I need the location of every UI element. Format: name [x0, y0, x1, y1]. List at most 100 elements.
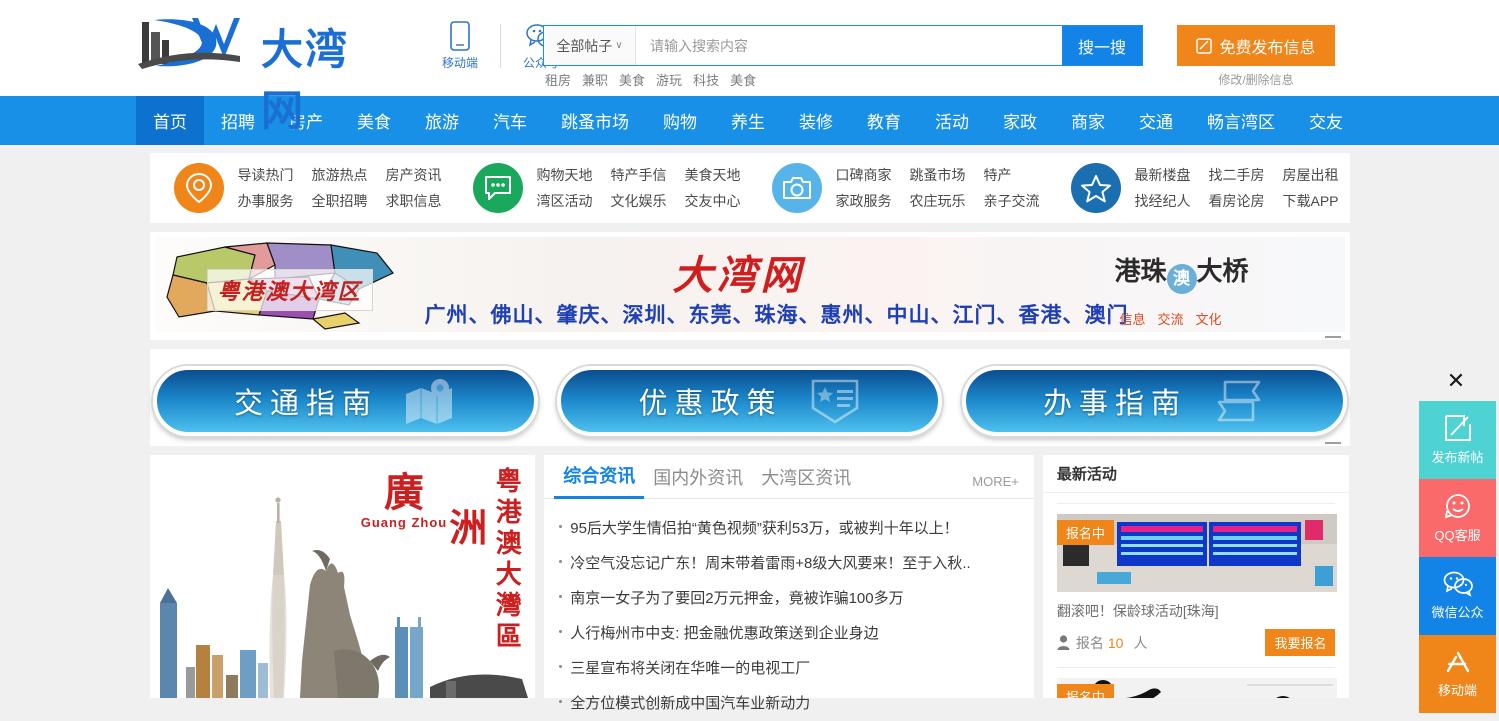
nav-item-bay-forum[interactable]: 畅言湾区 [1190, 96, 1292, 145]
quick-link[interactable]: 找二手房 [1209, 165, 1265, 185]
sidebar-item-new-post[interactable]: 发布新帖 [1419, 401, 1496, 479]
modify-delete-link[interactable]: 修改/删除信息 [1177, 71, 1335, 88]
quick-link[interactable]: 特产 [984, 165, 1040, 185]
activity-title[interactable]: 翻滚吧！保龄球活动[珠海] [1057, 601, 1336, 621]
nav-item-cars[interactable]: 汽车 [476, 96, 544, 145]
nav-item-transport[interactable]: 交通 [1122, 96, 1190, 145]
quick-link[interactable]: 美食天地 [685, 165, 741, 185]
hot-word[interactable]: 美食 [730, 70, 756, 89]
quick-link[interactable]: 房产资讯 [386, 165, 442, 185]
hot-word[interactable]: 兼职 [582, 70, 608, 89]
publish-info-label: 免费发布信息 [1219, 39, 1316, 57]
banner-tag[interactable]: 交流 [1158, 309, 1184, 328]
header-divider [500, 24, 501, 68]
nav-item-decoration[interactable]: 装修 [782, 96, 850, 145]
hot-word[interactable]: 科技 [693, 70, 719, 89]
quick-link[interactable]: 办事服务 [238, 191, 294, 211]
quick-link[interactable]: 求职信息 [386, 191, 442, 211]
publish-info-button[interactable]: 免费发布信息 [1177, 25, 1335, 66]
quick-link[interactable]: 农庄玩乐 [910, 191, 966, 211]
quick-link[interactable]: 亲子交流 [984, 191, 1040, 211]
tab-comprehensive[interactable]: 综合资讯 [554, 462, 645, 499]
hero-banner[interactable]: 粤港澳大湾区 大湾网 广州、佛山、肇庆、深圳、东莞、珠海、惠州、中山、江门、香港… [154, 237, 1345, 332]
quick-link[interactable]: 购物天地 [537, 165, 593, 185]
hot-word[interactable]: 美食 [619, 70, 645, 89]
quick-link[interactable]: 家政服务 [836, 191, 892, 211]
quick-group-community: 购物天地 特产手信 美食天地 湾区活动 文化娱乐 交友中心 [451, 163, 750, 213]
quick-link[interactable]: 最新楼盘 [1135, 165, 1191, 185]
main-columns: 廣 Guang Zhou 洲 粤港澳大灣區 综合资讯 国内外资讯 大湾区资讯 M… [149, 455, 1350, 712]
news-card: 综合资讯 国内外资讯 大湾区资讯 MORE+ 95后大学生情侣拍“黄色视频”获利… [544, 455, 1034, 712]
star-icon[interactable] [1070, 163, 1121, 213]
nav-item-shopping[interactable]: 购物 [646, 96, 714, 145]
location-pin-icon[interactable] [173, 163, 224, 213]
nav-item-housekeeping[interactable]: 家政 [986, 96, 1054, 145]
guangzhou-skyline-illustration [149, 455, 536, 698]
wechat-icon [1443, 571, 1473, 597]
chat-bubble-icon[interactable] [472, 163, 523, 213]
hero-banner-card: 粤港澳大湾区 大湾网 广州、佛山、肇庆、深圳、东莞、珠海、惠州、中山、江门、香港… [149, 232, 1350, 340]
banner-tag[interactable]: 文化 [1196, 309, 1222, 328]
hot-word[interactable]: 租房 [545, 70, 571, 89]
news-item[interactable]: 南京一女子为了要回2万元押金，竟被诈骗100多万 [558, 580, 1020, 615]
mobile-app-label: 移动端 [441, 56, 478, 70]
nav-item-health[interactable]: 养生 [714, 96, 782, 145]
sidebar-close-button[interactable]: ✕ [1413, 370, 1499, 392]
quick-link[interactable]: 找经纪人 [1135, 191, 1191, 211]
news-item[interactable]: 全方位模式创新成中国汽车业新动力 [558, 685, 1020, 720]
camera-icon[interactable] [771, 163, 822, 213]
search-button[interactable]: 搜一搜 [1062, 26, 1142, 65]
news-item[interactable]: 三星宣布将关闭在华唯一的电视工厂 [558, 650, 1020, 685]
tab-greater-bay[interactable]: 大湾区资讯 [752, 464, 860, 498]
guide-button-affairs[interactable]: 办事指南 [961, 366, 1347, 436]
guide-button-policy[interactable]: 优惠政策 [557, 366, 942, 436]
site-logo[interactable]: 大湾网 [136, 8, 386, 135]
banner-tags: 信息 交流 文化 [1120, 309, 1222, 328]
guide-buttons-row: 交通指南 优惠政策 办事指南 [150, 366, 1350, 436]
nav-item-flea-market[interactable]: 跳蚤市场 [544, 96, 646, 145]
nav-item-travel[interactable]: 旅游 [408, 96, 476, 145]
nav-item-home[interactable]: 首页 [136, 96, 204, 145]
quick-link[interactable]: 旅游热点 [312, 165, 368, 185]
quick-link[interactable]: 导读热门 [238, 165, 294, 185]
quick-link[interactable]: 看房论房 [1209, 191, 1265, 211]
quick-link[interactable]: 房屋出租 [1283, 165, 1339, 185]
news-item[interactable]: 95后大学生情侣拍“黄色视频”获利53万，或被判十年以上！ [558, 510, 1020, 545]
activity-thumbnail[interactable]: 报名中 [1056, 678, 1337, 698]
nav-item-friends[interactable]: 交友 [1292, 96, 1360, 145]
quick-link[interactable]: 文化娱乐 [611, 191, 667, 211]
activity-join-button[interactable]: 我要报名 [1265, 629, 1336, 656]
sidebar-item-qq-support[interactable]: QQ客服 [1419, 479, 1496, 557]
nav-item-merchants[interactable]: 商家 [1054, 96, 1122, 145]
city-showcase-card[interactable]: 廣 Guang Zhou 洲 粤港澳大灣區 [149, 455, 536, 698]
sidebar-item-wechat[interactable]: 微信公众 [1419, 557, 1496, 635]
mobile-app-entry[interactable]: 移动端 [434, 20, 486, 71]
app-store-icon [1443, 649, 1473, 675]
search-category-select[interactable]: 全部帖子 ∨ [544, 26, 636, 65]
main-navigation: 首页 招聘 房产 美食 旅游 汽车 跳蚤市场 购物 养生 装修 教育 活动 家政… [0, 96, 1499, 145]
quick-link[interactable]: 湾区活动 [537, 191, 593, 211]
quick-link[interactable]: 口碑商家 [836, 165, 892, 185]
activity-thumbnail[interactable]: 报名中 [1056, 514, 1337, 592]
guide-button-transport[interactable]: 交通指南 [152, 366, 538, 436]
quick-link[interactable]: 全职招聘 [312, 191, 368, 211]
guide-collapse-handle[interactable] [1324, 442, 1341, 444]
banner-tag[interactable]: 信息 [1120, 309, 1146, 328]
hot-word[interactable]: 游玩 [656, 70, 682, 89]
news-item[interactable]: 人行梅州市中支: 把金融优惠政策送到企业身边 [558, 615, 1020, 650]
banner-collapse-handle[interactable] [1324, 336, 1341, 338]
quick-link[interactable]: 下载APP [1283, 191, 1339, 211]
nav-item-activities[interactable]: 活动 [918, 96, 986, 145]
quick-link[interactable]: 交友中心 [685, 191, 741, 211]
news-more-link[interactable]: MORE+ [972, 474, 1019, 489]
tab-domestic-intl[interactable]: 国内外资讯 [644, 464, 752, 498]
search-input[interactable] [636, 26, 1062, 65]
nav-item-education[interactable]: 教育 [850, 96, 918, 145]
quick-link[interactable]: 跳蚤市场 [910, 165, 966, 185]
guide-button-label: 交通指南 [233, 388, 378, 420]
sidebar-item-mobile[interactable]: 移动端 [1419, 635, 1496, 713]
news-item[interactable]: 冷空气没忘记广东！周末带着雷雨+8级大风要来！至于入秋.. [558, 545, 1020, 580]
quick-link[interactable]: 特产手信 [611, 165, 667, 185]
bridge-pre: 港珠 [1114, 257, 1167, 287]
sidebar-item-label: 微信公众 [1431, 605, 1484, 620]
